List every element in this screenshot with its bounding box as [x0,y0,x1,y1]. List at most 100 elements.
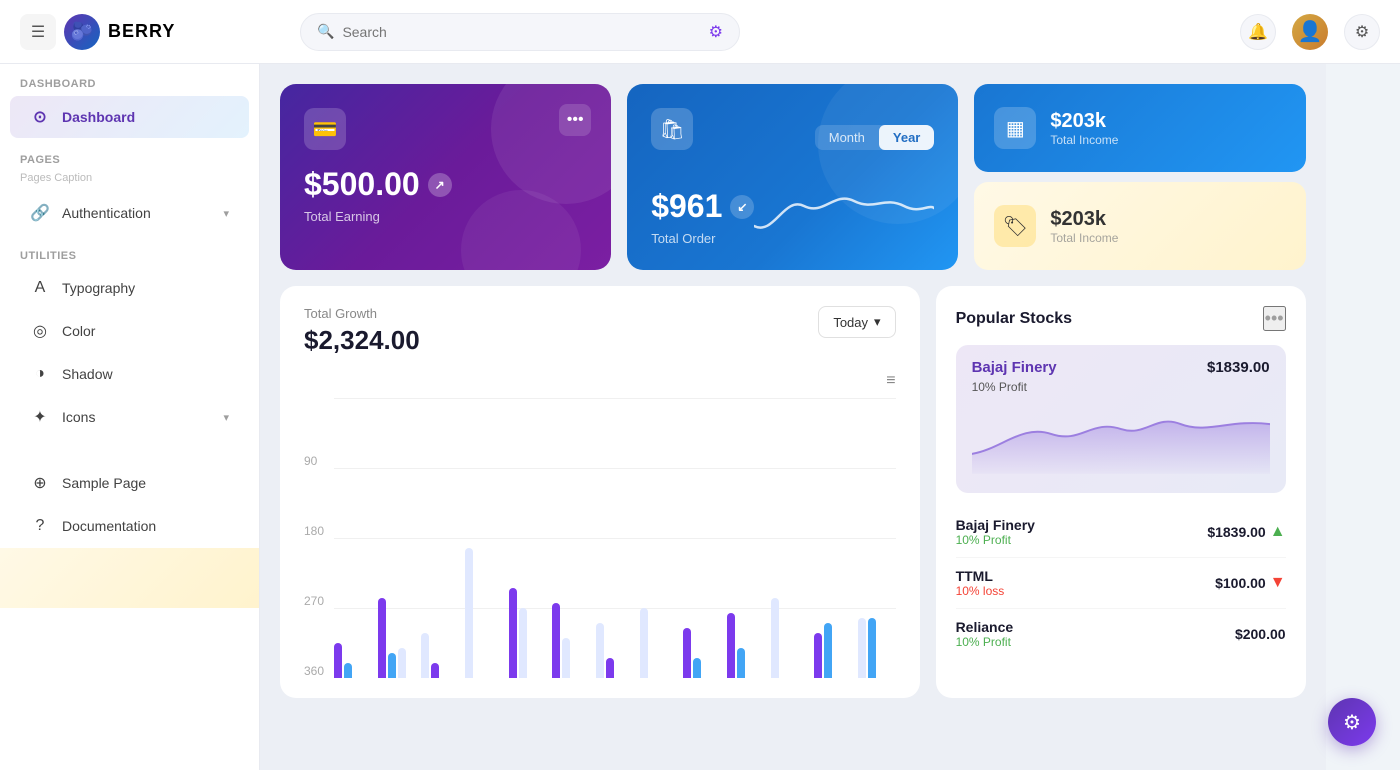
stocks-header: Popular Stocks ••• [956,306,1286,331]
bar-group-4 [465,548,503,678]
income-blue-amount: $203k [1050,110,1118,133]
bar-purple [509,588,517,678]
bar-blue [693,658,701,678]
growth-amount: $2,324.00 [304,325,420,356]
bar-purple [431,663,439,678]
cards-row: ••• 💳 $500.00 ↗ Total Earning 🛍 Month Ye… [280,84,1306,270]
sidebar-item-shadow[interactable]: ◑ Shadow [10,354,249,394]
bar-light [596,623,604,678]
income-card-yellow: 🏷 $203k Total Income [974,182,1305,270]
sidebar-item-label-color: Color [62,323,95,339]
stock-list: Bajaj Finery 10% Profit $1839.00 ▲ TTML … [956,507,1286,659]
avatar[interactable]: 👤 [1292,14,1328,50]
sidebar-item-authentication[interactable]: 🔗 Authentication ▾ [10,192,249,234]
bar-blue [868,618,876,678]
stock-badge-1: $1839.00 ▲ [1207,523,1285,541]
order-amount: $961 ↙ [651,188,754,225]
income-blue-icon: ▦ [994,107,1036,149]
hamburger-icon: ☰ [31,22,45,42]
today-button[interactable]: Today ▾ [818,306,895,338]
earning-card: ••• 💳 $500.00 ↗ Total Earning [280,84,611,270]
income-card-blue: ▦ $203k Total Income [974,84,1305,172]
bar-purple [606,658,614,678]
stock-pct-2: 10% loss [956,584,1005,598]
bar-blue [737,648,745,678]
stocks-more-button[interactable]: ••• [1263,306,1286,331]
logo-area: ☰ 🫐 BERRY [20,14,280,50]
auth-icon: 🔗 [30,203,50,223]
stock-name-1: Bajaj Finery [956,517,1035,533]
bar-blue [344,663,352,678]
order-label: Total Order [651,231,754,246]
income-yellow-icon: 🏷 [994,205,1036,247]
earning-more-button[interactable]: ••• [559,104,591,136]
bar-purple [814,633,822,678]
order-card: 🛍 Month Year $961 ↙ Total Order [627,84,958,270]
search-input[interactable] [342,24,700,40]
bar-group-12 [814,623,852,678]
sidebar-bottom-accent [0,548,259,608]
stock-price-1: $1839.00 [1207,524,1265,540]
stock-price-3: $200.00 [1235,626,1286,642]
sidebar-item-color[interactable]: ◎ Color [10,310,249,352]
toggle-month-button[interactable]: Month [815,125,879,150]
hamburger-button[interactable]: ☰ [20,14,56,50]
sidebar-item-icons[interactable]: ✦ Icons ▾ [10,396,249,438]
sidebar-item-dashboard[interactable]: ⊙ Dashboard [10,96,249,138]
sidebar-item-sample-page[interactable]: ⊕ Sample Page [10,462,249,504]
sidebar-item-label-typography: Typography [62,280,135,296]
fab-button[interactable]: ⚙ [1328,698,1376,746]
stock-badge-3: $200.00 [1235,626,1286,642]
topbar: ☰ 🫐 BERRY 🔍 ⚙ 🔔 👤 ⚙ [0,0,1400,64]
order-chart-area: $961 ↙ Total Order [651,186,934,246]
bar-group-10 [727,613,765,678]
stock-name-2: TTML [956,568,1005,584]
icons-icon: ✦ [30,407,50,427]
bar-light [640,608,648,678]
bar-light [398,648,406,678]
sidebar-item-label-dashboard: Dashboard [62,109,135,125]
featured-stock-profit: 10% Profit [972,380,1270,394]
bar-blue [388,653,396,678]
stock-badge-2: $100.00 ▼ [1215,574,1285,592]
toggle-year-button[interactable]: Year [879,125,934,150]
bar-group-3 [421,633,459,678]
content-area: ••• 💳 $500.00 ↗ Total Earning 🛍 Month Ye… [260,64,1326,770]
bar-group-11 [771,598,809,678]
earning-card-icon: 💳 [304,108,346,150]
brand-name: BERRY [108,21,175,42]
logo-icon: 🫐 [64,14,100,50]
bar-light [519,608,527,678]
search-icon: 🔍 [317,23,334,40]
stock-price-2: $100.00 [1215,575,1266,591]
bar-group-7 [596,623,634,678]
sidebar-item-label-documentation: Documentation [62,518,156,534]
stock-name-3: Reliance [956,619,1014,635]
sidebar-item-documentation[interactable]: ? Documentation [10,506,249,546]
sidebar-item-label-icons: Icons [62,409,95,425]
notification-button[interactable]: 🔔 [1240,14,1276,50]
shadow-icon: ◑ [30,365,50,383]
settings-icon: ⚙ [1355,22,1369,42]
growth-card: Total Growth $2,324.00 Today ▾ ≡ 360 270 [280,286,920,698]
stock-pct-3: 10% Profit [956,635,1014,649]
settings-button[interactable]: ⚙ [1344,14,1380,50]
bar-group-13 [858,618,896,678]
order-card-icon: 🛍 [651,108,693,150]
filter-icon-button[interactable]: ⚙ [709,22,723,42]
income-yellow-label: Total Income [1050,231,1118,245]
earning-trend-icon: ↗ [428,173,452,197]
growth-label: Total Growth [304,306,420,321]
bar-purple [378,598,386,678]
bar-chart: 360 270 180 90 [304,398,896,678]
bar-purple [334,643,342,678]
sidebar-item-typography[interactable]: A Typography [10,268,249,308]
chart-menu-icon[interactable]: ≡ [886,372,895,390]
stocks-card: Popular Stocks ••• Bajaj Finery $1839.00… [936,286,1306,698]
down-icon-2: ▼ [1270,574,1286,592]
bell-icon: 🔔 [1248,22,1268,42]
docs-icon: ? [30,517,50,535]
bar-group-9 [683,628,721,678]
bar-blue [824,623,832,678]
bar-group-1 [334,643,372,678]
